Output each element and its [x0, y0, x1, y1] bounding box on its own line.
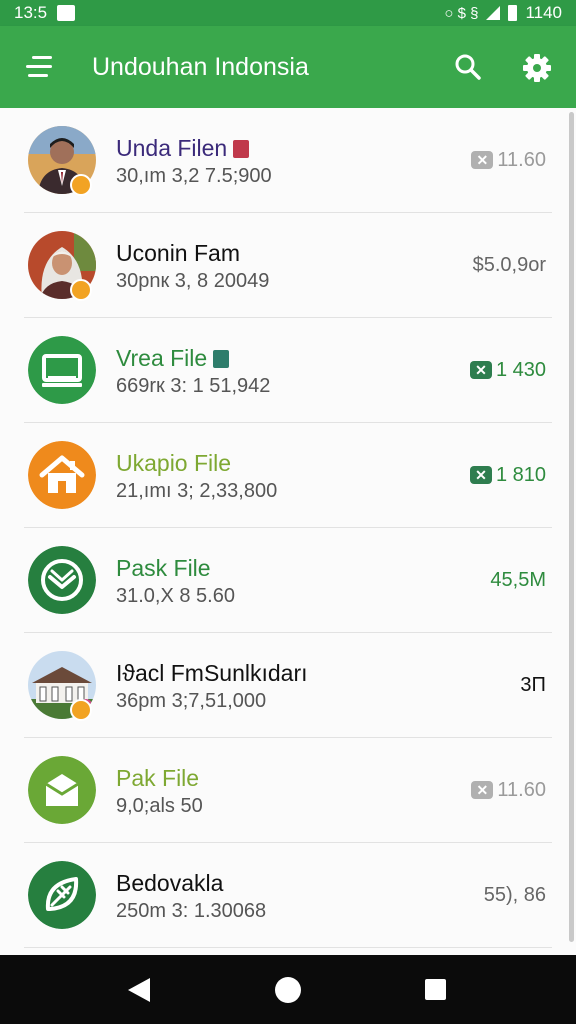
file-size-text: 1 430 — [495, 359, 546, 381]
file-size: ✕ 1 810 — [469, 463, 546, 487]
file-size: ✕ 11.60 — [471, 778, 546, 802]
file-title-text: Vrea File — [116, 345, 208, 371]
status-time: 13:5 — [14, 3, 48, 22]
file-title: Pask File — [116, 554, 211, 582]
file-title: Pak File — [116, 764, 199, 792]
file-size-text: 11.60 — [497, 779, 546, 801]
folder-icon — [28, 756, 96, 824]
list-item[interactable]: Iϑacl FmSunlkıdarı 36pm 3;7,51,000 3Π — [0, 633, 576, 738]
file-size-text: 3Π — [520, 674, 546, 696]
leaf-icon — [28, 861, 96, 929]
badge-dot — [70, 699, 92, 721]
status-bar: 13:5 ○ $ § 1140 — [0, 0, 576, 26]
file-subtitle: 21,ımı 3; 2,33,800 — [116, 480, 278, 502]
scrollbar[interactable] — [569, 112, 574, 942]
page-title: Undouhan Indonsia — [92, 53, 309, 81]
file-subtitle: 30pnк 3, 8 20049 — [116, 270, 270, 292]
file-size-text: 55), 86 — [483, 884, 546, 906]
x-badge-icon: ✕ — [471, 781, 494, 799]
list-item[interactable]: Bedovakla 250m 3: 1.30068 55), 86 — [0, 843, 576, 948]
list-item[interactable]: Vrea File 669rк 3: 1 51,942 ✕ 1 430 — [0, 318, 576, 423]
file-title-text: Bedovakla — [116, 870, 224, 896]
divider — [24, 947, 552, 948]
back-icon[interactable] — [128, 978, 150, 1002]
file-size-text: 11.60 — [497, 149, 546, 171]
file-size: 55), 86 — [484, 883, 546, 907]
x-badge-icon: ✕ — [471, 151, 494, 169]
house-icon — [28, 441, 96, 509]
list-item[interactable]: Pak File 9,0;als 50 ✕ 11.60 — [0, 738, 576, 843]
tag-icon — [233, 140, 250, 158]
file-title: Bedovakla — [116, 869, 223, 897]
file-size: 45,5M — [490, 568, 546, 592]
file-title: Unda Filen — [116, 134, 250, 162]
x-badge-icon: ✕ — [469, 361, 492, 379]
badge-dot — [70, 279, 92, 301]
list-item[interactable]: Ukapio File 21,ımı 3; 2,33,800 ✕ 1 810 — [0, 423, 576, 528]
file-subtitle: 9,0;als 50 — [116, 795, 203, 817]
badge-dot — [70, 174, 92, 196]
x-badge-icon: ✕ — [469, 466, 492, 484]
app-bar: Undouhan Indonsia — [0, 26, 576, 108]
file-list[interactable]: Unda Filen 30,ım 3,2 7.5;900 ✕ 11.60 Uco… — [0, 108, 576, 955]
status-glyphs: ○ $ § — [444, 4, 479, 22]
file-subtitle: 250m 3: 1.30068 — [116, 900, 267, 922]
file-size: $5.0,9οr — [473, 253, 546, 277]
file-title-text: Pask File — [116, 555, 211, 581]
file-title: Uconin Fam — [116, 239, 240, 267]
notification-icon — [57, 5, 76, 21]
file-title-text: Uconin Fam — [116, 240, 240, 266]
file-subtitle: 31.0,X 8 5.60 — [116, 585, 235, 607]
file-title: Ukapio File — [116, 449, 231, 477]
search-icon[interactable] — [454, 53, 482, 81]
file-size: ✕ 1 430 — [469, 358, 546, 382]
file-title-text: Unda Filen — [116, 135, 228, 161]
file-size-text: 45,5M — [490, 569, 546, 591]
file-subtitle: 669rк 3: 1 51,942 — [116, 375, 271, 397]
navigation-bar — [0, 955, 576, 1024]
recents-icon[interactable] — [425, 979, 446, 1000]
menu-icon[interactable] — [26, 54, 56, 80]
file-subtitle: 30,ım 3,2 7.5;900 — [116, 165, 272, 187]
file-size-text: $5.0,9οr — [472, 254, 546, 276]
gear-icon[interactable] — [522, 53, 552, 83]
home-icon[interactable] — [275, 977, 301, 1003]
status-left: 13:5 — [14, 3, 76, 23]
file-title: Iϑacl FmSunlkıdarı — [116, 659, 308, 687]
signal-icon — [486, 6, 501, 20]
status-clock: 1140 — [525, 3, 562, 22]
list-item[interactable]: Pask File 31.0,X 8 5.60 45,5M — [0, 528, 576, 633]
file-title-text: Ukapio File — [116, 450, 232, 476]
battery-icon — [508, 5, 518, 21]
list-item[interactable]: Unda Filen 30,ım 3,2 7.5;900 ✕ 11.60 — [0, 108, 576, 213]
file-title-text: Iϑacl FmSunlkıdarı — [116, 660, 308, 686]
list-item[interactable]: Uconin Fam 30pnк 3, 8 20049 $5.0,9οr — [0, 213, 576, 318]
file-title-text: Pak File — [116, 765, 200, 791]
file-size: ✕ 11.60 — [471, 148, 546, 172]
shield-check-icon — [28, 546, 96, 614]
file-size: 3Π — [520, 673, 546, 697]
file-size-text: 1 810 — [495, 464, 546, 486]
tag-icon — [213, 350, 230, 368]
file-title: Vrea File — [116, 344, 230, 372]
monitor-icon — [28, 336, 96, 404]
file-subtitle: 36pm 3;7,51,000 — [116, 690, 267, 712]
status-right: ○ $ § 1140 — [444, 3, 562, 23]
